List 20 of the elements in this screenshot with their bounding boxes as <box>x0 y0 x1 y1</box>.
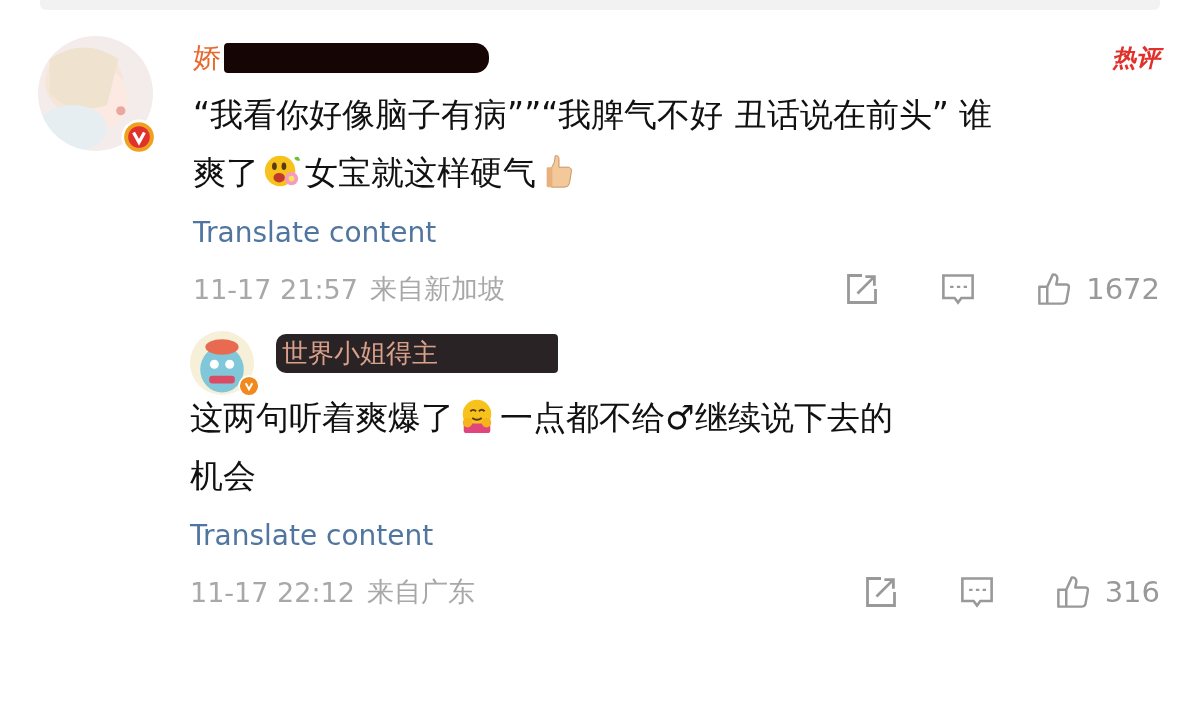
comment-time: 11-17 21:57 <box>193 273 358 305</box>
comment-text: 女宝就这样硬气 <box>305 153 536 192</box>
like-count: 1672 <box>1086 272 1160 306</box>
username[interactable]: 娇 <box>193 39 221 77</box>
comment-text: 这两句听着爽爆了 <box>190 398 454 437</box>
comment-text: “我看你好像脑子有病””“我脾气不好 丑话说在前头” 谁 <box>193 95 993 134</box>
translate-link[interactable]: Translate content <box>190 519 434 552</box>
comment-icon[interactable] <box>958 574 995 610</box>
translate-link[interactable]: Translate content <box>193 216 437 249</box>
comment-text: 一点都不给♂继续说下去的 <box>500 398 893 437</box>
like-icon[interactable] <box>1036 271 1073 307</box>
comment-icon[interactable] <box>940 271 977 307</box>
comment-text: 机会 <box>190 456 256 495</box>
comment-time: 11-17 22:12 <box>190 576 355 608</box>
comment-text: 爽了 <box>193 153 259 192</box>
comment-location: 来自广东 <box>366 575 475 609</box>
comment-location: 来自新加坡 <box>369 272 505 306</box>
like-count: 316 <box>1104 575 1160 609</box>
like-icon[interactable] <box>1054 574 1091 610</box>
username[interactable]: 世界小姐得主 <box>276 333 558 373</box>
